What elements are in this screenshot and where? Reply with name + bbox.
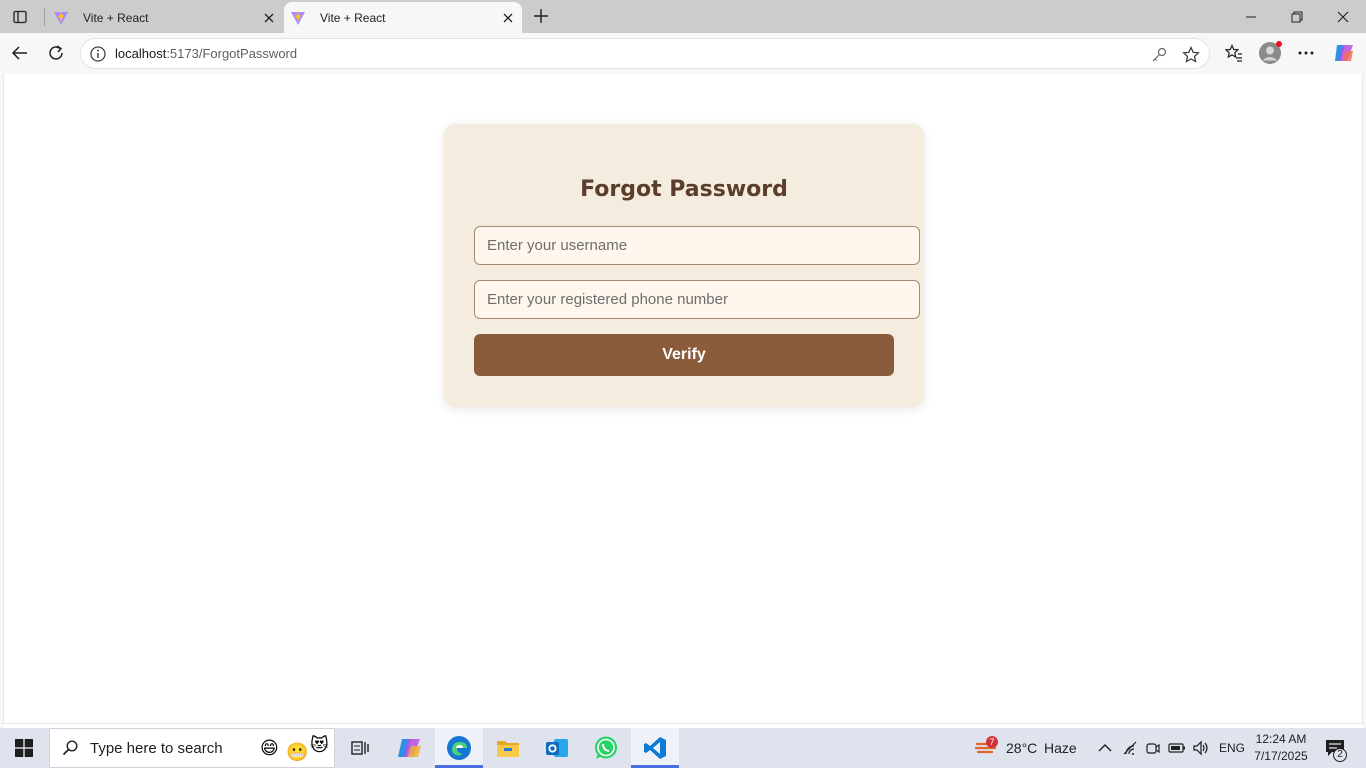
taskbar-search-box[interactable]: Type here to search 😄 😬 😻 (49, 728, 335, 768)
phone-number-input[interactable] (474, 280, 920, 319)
avatar-icon (1259, 41, 1282, 64)
plus-icon (534, 9, 548, 23)
taskbar-edge-app[interactable] (435, 728, 483, 768)
tab-title: Vite + React (83, 10, 149, 25)
network-icon[interactable] (1120, 738, 1140, 758)
folder-icon (497, 741, 519, 757)
settings-more-button[interactable] (1290, 37, 1322, 69)
site-info-icon[interactable] (89, 45, 107, 63)
username-input[interactable] (474, 226, 920, 265)
tab-vite-react-1[interactable]: Vite + React (47, 2, 283, 33)
address-bar[interactable]: localhost:5173/ForgotPassword (80, 38, 1210, 69)
battery-icon[interactable] (1167, 738, 1187, 758)
windows-logo-icon (15, 739, 33, 757)
favorites-icon (1225, 44, 1242, 62)
favorites-button[interactable] (1218, 37, 1250, 69)
close-tab-icon[interactable] (255, 4, 283, 32)
whatsapp-icon (595, 736, 617, 759)
taskbar-clock[interactable]: 12:24 AM 7/17/2025 (1250, 731, 1312, 765)
password-key-icon[interactable] (1149, 45, 1169, 65)
minimize-button[interactable] (1228, 0, 1274, 33)
task-view-button[interactable] (336, 728, 384, 768)
edge-browser-icon (447, 736, 471, 760)
input-language-indicator[interactable]: ENG (1219, 728, 1245, 768)
page-title: Forgot Password (580, 177, 788, 202)
search-placeholder: Type here to search (90, 739, 223, 757)
verify-button[interactable]: Verify (474, 334, 894, 376)
copilot-icon (1335, 45, 1353, 61)
tab-separator (44, 8, 45, 26)
more-dots-icon (1298, 51, 1314, 55)
close-icon (1337, 11, 1349, 22)
meet-now-icon[interactable] (1143, 738, 1163, 758)
tab-actions-button[interactable] (0, 0, 40, 33)
weather-temperature[interactable]: 28°C (1006, 728, 1037, 768)
url-text[interactable]: localhost:5173/ForgotPassword (115, 46, 297, 61)
grinning-emoji-icon: 😄 (260, 738, 279, 758)
minimize-icon (1246, 16, 1256, 17)
taskbar-file-explorer-app[interactable] (484, 728, 532, 768)
url-host: localhost (115, 46, 167, 61)
show-hidden-icons-chevron-up-icon[interactable] (1095, 738, 1115, 758)
tab-actions-icon (13, 10, 27, 23)
volume-icon[interactable] (1191, 738, 1211, 758)
taskbar-copilot-app[interactable] (386, 728, 434, 768)
taskbar: Type here to search 😄 😬 😻 7 28°C Haze EN… (0, 728, 1366, 768)
weather-condition[interactable]: Haze (1044, 728, 1077, 768)
taskbar-vscode-app[interactable] (631, 728, 679, 768)
clock-date: 7/17/2025 (1254, 749, 1308, 763)
tab-title: Vite + React (320, 10, 386, 25)
notification-count-badge: 2 (1333, 748, 1347, 762)
back-arrow-icon (11, 46, 27, 60)
back-button[interactable] (4, 37, 36, 69)
weather-badge: 7 (986, 736, 998, 748)
url-path: :5173/ForgotPassword (166, 46, 298, 61)
browser-toolbar: localhost:5173/ForgotPassword (0, 33, 1366, 74)
restore-icon (1291, 11, 1303, 22)
task-view-icon (351, 741, 369, 755)
taskbar-whatsapp-app[interactable] (582, 728, 630, 768)
smiling-emoji-icon: 😬 (286, 742, 309, 762)
copilot-button[interactable] (1328, 37, 1360, 69)
vscode-icon (644, 737, 666, 759)
close-window-button[interactable] (1320, 0, 1366, 33)
restore-button[interactable] (1274, 0, 1320, 33)
copilot-icon (398, 739, 421, 757)
new-tab-button[interactable] (526, 2, 556, 30)
vite-icon (53, 10, 69, 26)
refresh-button[interactable] (40, 37, 72, 69)
start-button[interactable] (0, 728, 48, 768)
taskbar-outlook-app[interactable] (533, 728, 581, 768)
tab-strip: Vite + React Vite + React (0, 0, 1366, 33)
favorite-star-icon[interactable] (1181, 45, 1201, 65)
close-tab-icon[interactable] (494, 4, 522, 32)
heart-eyes-emoji-icon: 😻 (310, 735, 329, 755)
page-viewport: Forgot Password Verify (3, 74, 1363, 724)
profile-button[interactable] (1254, 37, 1286, 69)
search-icon (62, 740, 78, 756)
refresh-icon (49, 45, 63, 60)
outlook-icon (546, 739, 568, 757)
tab-vite-react-2[interactable]: Vite + React (284, 2, 522, 33)
vite-icon (290, 10, 306, 26)
forgot-password-card: Forgot Password Verify (444, 124, 924, 407)
clock-time: 12:24 AM (1255, 732, 1307, 746)
